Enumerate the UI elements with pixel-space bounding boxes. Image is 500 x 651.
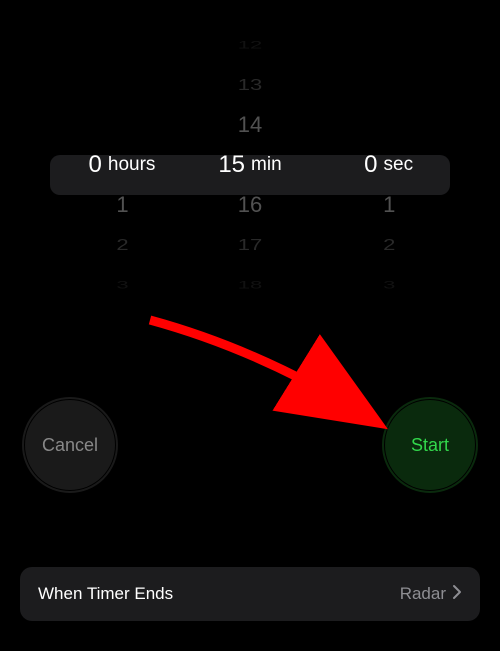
button-row: Cancel Start: [0, 400, 500, 490]
seconds-unit: sec: [384, 154, 414, 176]
minutes-above-2: 13: [183, 71, 316, 99]
hours-below-1: 1: [50, 185, 183, 225]
hours-selected: 0 hours: [50, 145, 183, 185]
minutes-above-1: 12: [183, 35, 316, 55]
hours-column[interactable]: . . . 0 hours 1 2 3: [50, 25, 183, 305]
seconds-below-1: 1: [317, 185, 450, 225]
when-timer-ends-label: When Timer Ends: [38, 584, 173, 604]
minutes-below-3: 18: [183, 275, 316, 295]
minutes-unit: min: [251, 154, 282, 176]
when-timer-ends-row[interactable]: When Timer Ends Radar: [20, 567, 480, 621]
seconds-value: 0: [354, 151, 378, 179]
seconds-below-2: 2: [317, 231, 450, 259]
hours-value: 0: [78, 151, 102, 179]
timer-panel: . . . 0 hours 1 2 3 12 13 14 15 min: [0, 0, 500, 651]
hours-below-2: 2: [50, 231, 183, 259]
hours-below-3: 3: [50, 275, 183, 295]
when-timer-ends-value: Radar: [400, 584, 446, 604]
start-label: Start: [411, 435, 449, 456]
minutes-column[interactable]: 12 13 14 15 min 16 17 18: [183, 25, 316, 305]
time-picker: . . . 0 hours 1 2 3 12 13 14 15 min: [50, 25, 450, 305]
start-button[interactable]: Start: [385, 400, 475, 490]
cancel-button[interactable]: Cancel: [25, 400, 115, 490]
seconds-selected: 0 sec: [317, 145, 450, 185]
minutes-below-2: 17: [183, 231, 316, 259]
minutes-value: 15: [218, 151, 245, 179]
hours-unit: hours: [108, 154, 156, 176]
chevron-right-icon: [452, 584, 462, 605]
minutes-selected: 15 min: [183, 145, 316, 185]
cancel-label: Cancel: [42, 435, 98, 456]
minutes-below-1: 16: [183, 185, 316, 225]
seconds-column[interactable]: . . . 0 sec 1 2 3: [317, 25, 450, 305]
seconds-below-3: 3: [317, 275, 450, 295]
minutes-above-3: 14: [183, 105, 316, 145]
